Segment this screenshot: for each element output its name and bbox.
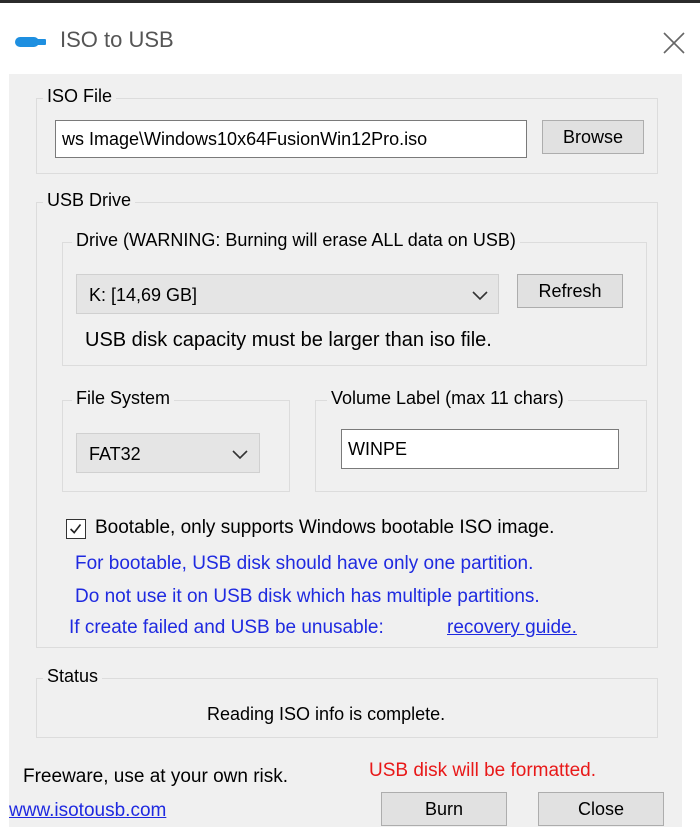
refresh-button[interactable]: Refresh: [517, 274, 623, 308]
volume-label-input[interactable]: WINPE: [341, 429, 619, 469]
format-warning: USB disk will be formatted.: [369, 760, 597, 781]
file-system-group-label: File System: [72, 388, 175, 408]
bootable-note-2: Do not use it on USB disk which has mult…: [75, 586, 540, 607]
dialog-body: ISO File ws Image\Windows10x64FusionWin1…: [9, 74, 682, 827]
failed-note: If create failed and USB be unusable:: [69, 617, 384, 638]
drive-select-value: K: [14,69 GB]: [89, 285, 198, 305]
capacity-note: USB disk capacity must be larger than is…: [85, 329, 492, 351]
file-system-select[interactable]: FAT32: [76, 433, 260, 473]
volume-label-group-label: Volume Label (max 11 chars): [327, 388, 568, 408]
website-link[interactable]: www.isotousb.com: [9, 800, 166, 822]
status-group-label: Status: [43, 666, 103, 686]
checkmark-icon: [70, 524, 82, 534]
chevron-down-icon: [232, 450, 248, 460]
chevron-down-icon: [472, 291, 488, 301]
bootable-note-1: For bootable, USB disk should have only …: [75, 553, 534, 574]
usb-drive-group-label: USB Drive: [43, 190, 136, 210]
drive-group-label: Drive (WARNING: Burning will erase ALL d…: [72, 230, 520, 250]
file-system-select-value: FAT32: [89, 444, 141, 464]
drive-select[interactable]: K: [14,69 GB]: [76, 274, 499, 314]
iso-file-group-label: ISO File: [43, 86, 117, 106]
usb-drive-icon: [15, 37, 46, 47]
close-button[interactable]: Close: [538, 792, 664, 826]
freeware-note: Freeware, use at your own risk.: [23, 766, 289, 787]
window-title: ISO to USB: [60, 27, 174, 52]
bootable-label[interactable]: Bootable, only supports Windows bootable…: [95, 517, 554, 539]
browse-button[interactable]: Browse: [542, 120, 644, 154]
close-icon[interactable]: [660, 29, 688, 57]
bootable-checkbox[interactable]: [66, 519, 86, 539]
recovery-guide-link[interactable]: recovery guide.: [447, 617, 577, 639]
iso-path-input[interactable]: ws Image\Windows10x64FusionWin12Pro.iso: [55, 120, 527, 158]
burn-button[interactable]: Burn: [381, 792, 507, 826]
title-bar[interactable]: ISO to USB: [0, 3, 700, 75]
status-message: Reading ISO info is complete.: [207, 704, 446, 724]
